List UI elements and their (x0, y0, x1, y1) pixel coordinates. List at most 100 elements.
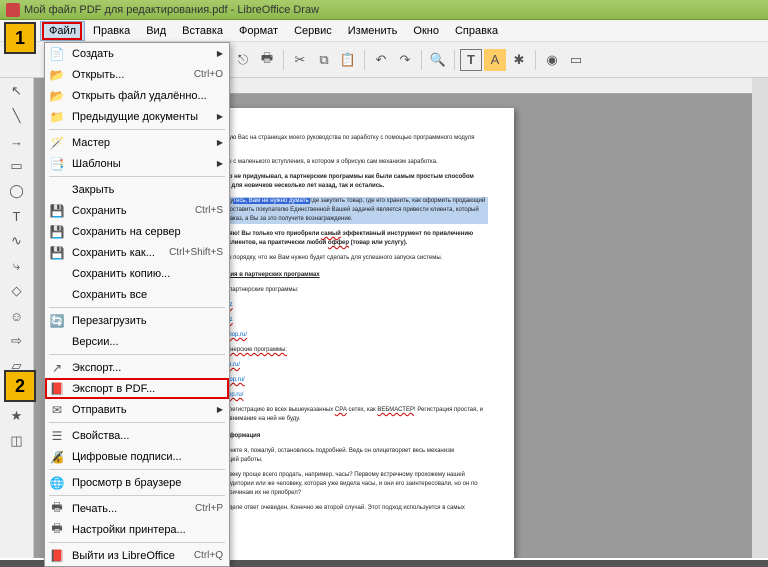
menu-edit[interactable]: Правка (85, 22, 138, 40)
menu-insert[interactable]: Вставка (174, 22, 231, 40)
vtb-select[interactable]: ↖ (5, 80, 29, 102)
file-menu-item[interactable]: 💾 Сохранить как... Ctrl+Shift+S (45, 242, 229, 263)
menu-modify[interactable]: Изменить (340, 22, 406, 40)
file-menu-item[interactable]: 🌐 Просмотр в браузере (45, 472, 229, 493)
menu-bar: Файл Правка Вид Вставка Формат Сервис Из… (0, 20, 768, 42)
file-menu-item[interactable]: ✉Отправить▶ (45, 399, 229, 420)
file-menu-item[interactable]: ☰Свойства... (45, 425, 229, 446)
menu-format[interactable]: Формат (231, 22, 286, 40)
file-menu-item[interactable]: 📂Открыть файл удалённо... (45, 85, 229, 106)
vtb-symbol[interactable]: ☺ (5, 305, 29, 327)
doc-text: Товарные партнерские программы: (200, 286, 488, 295)
menu-item-label: Сохранить все (72, 289, 223, 301)
scrollbar-vertical[interactable] (752, 78, 768, 558)
doc-text: Что бы кто не придумывал, а партнерские … (200, 174, 474, 189)
file-menu-item[interactable]: Сохранить все (45, 284, 229, 305)
tb-font[interactable]: A (484, 49, 506, 71)
doc-text: Приветствую Вас на страницах моего руков… (200, 135, 475, 141)
vertical-toolbar: ↖ ╲ → ▭ ◯ T ∿ ⤷ ◇ ☺ ⇨ ▱ 💬 ★ ◫ (0, 78, 34, 558)
vtb-arrow[interactable]: → (5, 130, 29, 152)
print-icon: 🖶 (48, 501, 66, 517)
menu-item-label: Создать (72, 48, 217, 60)
vtb-block-arrows[interactable]: ⇨ (5, 330, 29, 352)
tb-page[interactable]: ▭ (565, 49, 587, 71)
pdf-icon: 📕 (48, 381, 66, 397)
doc-selection: тесь, Вам не нужно думать (233, 198, 310, 204)
menu-item-label: Предыдущие документы (72, 111, 217, 123)
send-icon: ✉ (48, 402, 66, 418)
file-menu-item[interactable]: Сохранить копию... (45, 263, 229, 284)
file-menu-item[interactable]: Версии... (45, 331, 229, 352)
menu-item-label: Цифровые подписи... (72, 451, 223, 463)
props-icon: ☰ (48, 428, 66, 444)
tb-undo[interactable]: ↶ (370, 49, 392, 71)
menu-item-label: Сохранить как... (72, 247, 161, 259)
doc-text: Кому человеку проще всего продать, напри… (200, 471, 488, 498)
file-menu-item[interactable]: 📑Шаблоны▶ (45, 153, 229, 174)
doc-text: Инфо партнерские программы: (200, 346, 488, 355)
file-menu-item[interactable]: 📄Создать▶ (45, 43, 229, 64)
tb-copy[interactable]: ⧉ (313, 49, 335, 71)
tb-cut[interactable]: ✂ (289, 49, 311, 71)
file-menu-item[interactable]: 🔏Цифровые подписи... (45, 446, 229, 467)
doc-icon: 📄 (48, 46, 66, 62)
app-window: Мой файл PDF для редактирования.pdf - Li… (0, 0, 768, 560)
menu-item-label: Версии... (72, 336, 223, 348)
doc-text: Начнем мы с маленького вступления, в кот… (200, 158, 488, 167)
file-menu-item[interactable]: 💾СохранитьCtrl+S (45, 200, 229, 221)
file-menu-item[interactable]: 🔄Перезагрузить (45, 310, 229, 331)
open-icon: 📂 (48, 67, 66, 83)
tb-print[interactable]: 🖶 (256, 49, 278, 71)
file-menu-item[interactable]: 🪄Мастер▶ (45, 132, 229, 153)
tb-nav[interactable]: ◉ (541, 49, 563, 71)
menu-window[interactable]: Окно (405, 22, 447, 40)
menu-item-label: Мастер (72, 137, 217, 149)
file-menu-item[interactable]: 🖶Настройки принтера... (45, 519, 229, 540)
menu-file[interactable]: Файл (40, 21, 85, 41)
menu-tools[interactable]: Сервис (286, 22, 340, 40)
menu-item-shortcut: Ctrl+Q (194, 550, 223, 561)
vtb-3d[interactable]: ◫ (5, 430, 29, 452)
tb-textbox[interactable]: T (460, 49, 482, 71)
menu-item-label: Настройки принтера... (72, 524, 223, 536)
submenu-arrow-icon: ▶ (217, 405, 223, 414)
menu-item-label: Экспорт в PDF... (72, 383, 223, 395)
vtb-rect[interactable]: ▭ (5, 155, 29, 177)
browser-icon: 🌐 (48, 475, 66, 491)
vtb-stars[interactable]: ★ (5, 405, 29, 427)
tb-zoom[interactable]: 🔍 (427, 49, 449, 71)
vtb-basic-shapes[interactable]: ◇ (5, 280, 29, 302)
menu-item-label: Шаблоны (72, 158, 217, 170)
menu-item-label: Открыть файл удалённо... (72, 90, 223, 102)
file-menu-item[interactable]: 📕 Экспорт в PDF... (45, 378, 229, 399)
menu-help[interactable]: Справка (447, 22, 506, 40)
vtb-line[interactable]: ╲ (5, 105, 29, 127)
vtb-ellipse[interactable]: ◯ (5, 180, 29, 202)
file-menu-item[interactable]: 📂Открыть...Ctrl+O (45, 64, 229, 85)
file-menu-item[interactable]: 📕Выйти из LibreOfficeCtrl+Q (45, 545, 229, 566)
recent-icon: 📁 (48, 109, 66, 125)
file-menu-item[interactable]: Закрыть (45, 179, 229, 200)
blank-icon (48, 334, 66, 350)
file-menu-item[interactable]: 💾Сохранить на сервер (45, 221, 229, 242)
tb-export[interactable]: ⎋ (232, 49, 254, 71)
menu-item-label: Сохранить копию... (72, 268, 223, 280)
tb-paste[interactable]: 📋 (337, 49, 359, 71)
file-menu-item[interactable]: ↗Экспорт... (45, 357, 229, 378)
doc-heading: Общая информация (200, 432, 488, 441)
tb-redo[interactable]: ↷ (394, 49, 416, 71)
menu-item-shortcut: Ctrl+Shift+S (169, 247, 223, 258)
annotation-2: 2 (4, 370, 36, 402)
saveas-icon: 💾 (48, 245, 66, 261)
save-icon: 💾 (48, 203, 66, 219)
vtb-text[interactable]: T (5, 205, 29, 227)
menu-item-label: Сохранить на сервер (72, 226, 223, 238)
file-menu-item[interactable]: 🖶Печать...Ctrl+P (45, 498, 229, 519)
file-menu-item[interactable]: 📁Предыдущие документы▶ (45, 106, 229, 127)
vtb-curve[interactable]: ∿ (5, 230, 29, 252)
tb-fontwork[interactable]: ✱ (508, 49, 530, 71)
menu-view[interactable]: Вид (138, 22, 174, 40)
menu-item-label: Просмотр в браузере (72, 477, 223, 489)
vtb-connector[interactable]: ⤷ (5, 255, 29, 277)
doc-heading: Регистрация в партнерских программах (200, 271, 488, 280)
